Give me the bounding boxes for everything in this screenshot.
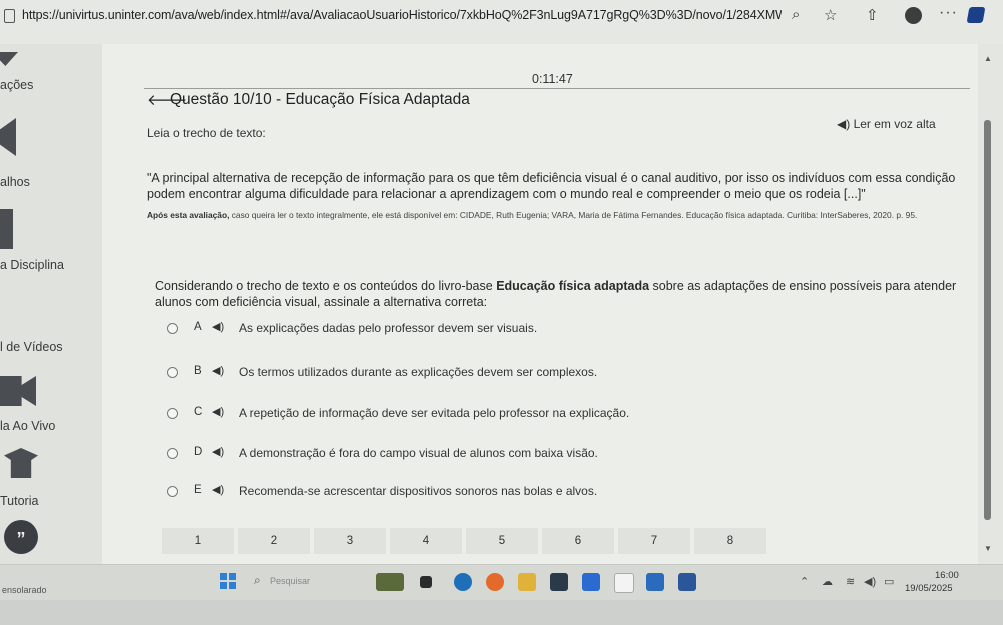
sidebar-item-avaliacoes[interactable]: ações [0,78,33,92]
collections-icon[interactable]: ⇧ [866,6,879,24]
scroll-down-icon[interactable]: ▼ [984,544,992,553]
sidebar-item-trabalhos[interactable]: alhos [0,175,30,189]
search-icon: ⌕ [254,573,261,587]
option-letter: D [194,446,203,458]
read-aloud-label: Ler em voz alta [853,117,936,131]
scroll-up-icon[interactable]: ▲ [984,54,992,63]
teams-icon[interactable] [582,573,600,591]
search-placeholder: Pesquisar [270,576,311,586]
word-icon[interactable] [678,573,696,591]
page-button-2[interactable]: 2 [238,528,310,554]
disciplina-icon [0,209,13,249]
option-text: A demonstração é fora do campo visual de… [239,446,598,460]
option-text: Recomenda-se acrescentar dispositivos so… [239,484,598,498]
search-icon[interactable]: ⌕ [792,6,800,23]
task-view-icon[interactable] [420,576,432,588]
video-camera-icon [0,376,36,406]
radio-button[interactable] [167,486,178,497]
page-icon [4,9,15,23]
option-letter: E [194,484,202,496]
sidebar-item-tutoria[interactable]: Tutoria [0,494,38,508]
option-text: Os termos utilizados durante as explicaç… [239,365,598,379]
weather-label[interactable]: ensolarado [2,585,47,595]
sidebar-item-aula-ao-vivo[interactable]: la Ao Vivo [0,419,55,433]
notepad-icon[interactable] [614,573,634,593]
more-options-icon[interactable]: ··· [939,4,958,22]
extension-icon[interactable] [966,7,986,23]
question-intro: Leia o trecho de texto: [147,126,266,140]
speaker-icon: ◀︎) [837,117,851,131]
option-letter: A [194,321,202,333]
option-text: As explicações dadas pelo professor deve… [239,321,538,335]
page-button-3[interactable]: 3 [314,528,386,554]
sidebar-item-disciplina[interactable]: a Disciplina [0,258,64,272]
option-letter: C [194,406,203,418]
wifi-icon[interactable]: ≋ [846,575,855,588]
browser-address-bar: https://univirtus.uninter.com/ava/web/in… [0,0,1003,45]
prompt-book-title: Educação física adaptada [496,279,650,293]
clock-time[interactable]: 16:00 [935,570,959,581]
prompt-start: Considerando o trecho de texto e os cont… [155,279,497,293]
chrome-browser-icon[interactable] [486,573,504,591]
exam-timer: 0:11:47 [532,72,573,86]
battery-icon[interactable]: ▭ [884,575,894,588]
avaliacoes-icon [0,52,18,66]
option-letter: B [194,365,202,377]
page-button-1[interactable]: 1 [162,528,234,554]
desk-surface [0,600,1003,625]
graduation-cap-icon [4,448,38,478]
option-text: A repetição de informação deve ser evita… [239,406,630,420]
cloud-icon: ☁ [822,576,833,588]
radio-button[interactable] [167,448,178,459]
speaker-icon[interactable]: ◀︎) [212,320,224,333]
page-button-8[interactable]: 8 [694,528,766,554]
source-reference: caso queira ler o texto integralmente, e… [229,210,918,220]
scroll-thumb[interactable] [984,120,991,520]
trabalhos-icon [0,118,16,156]
speaker-icon[interactable]: ◀︎) [212,364,224,377]
page-button-7[interactable]: 7 [618,528,690,554]
edge-browser-icon[interactable] [454,573,472,591]
radio-button[interactable] [167,408,178,419]
chat-quote-icon[interactable]: ” [4,520,38,554]
profile-avatar-icon[interactable] [905,7,922,24]
file-explorer-icon[interactable] [518,573,536,591]
taskbar-search[interactable]: ⌕ Pesquisar [248,570,338,592]
exam-panel: 0:11:47 🡐 Questão 10/10 - Educação Físic… [102,44,978,564]
page-button-6[interactable]: 6 [542,528,614,554]
speaker-icon[interactable]: ◀︎) [212,445,224,458]
page-scrollbar[interactable]: ▲ ▼ [978,44,1003,564]
page-button-5[interactable]: 5 [466,528,538,554]
chevron-up-icon[interactable]: ⌃ [800,575,809,588]
url-field[interactable]: https://univirtus.uninter.com/ava/web/in… [22,8,782,22]
page-button-4[interactable]: 4 [390,528,462,554]
taskbar: ensolarado ⌕ Pesquisar ⌃ ☁ ≋ ◀︎) ▭ 16:00… [0,564,1003,601]
title-divider [144,88,970,89]
favorite-star-icon[interactable]: ☆ [824,6,837,24]
outlook-icon[interactable] [646,573,664,591]
speaker-icon[interactable]: ◀︎) [212,483,224,496]
store-icon[interactable] [550,573,568,591]
clock-date[interactable]: 19/05/2025 [905,583,953,594]
question-quote: "A principal alternativa de recepção de … [147,171,956,201]
question-prompt: Considerando o trecho de texto e os cont… [155,278,965,310]
sidebar-item-videos[interactable]: l de Vídeos [0,340,63,354]
quote-source: Após esta avaliação, caso queira ler o t… [147,210,977,220]
question-title: Questão 10/10 - Educação Física Adaptada [170,91,470,108]
volume-icon[interactable]: ◀︎) [864,575,876,588]
sidebar: ações alhos a Disciplina l de Vídeos la … [0,44,102,564]
source-lead: Após esta avaliação, [147,210,230,220]
radio-button[interactable] [167,367,178,378]
radio-button[interactable] [167,323,178,334]
windows-start-icon[interactable] [220,573,236,589]
read-aloud-button[interactable]: ◀︎) Ler em voz alta [837,117,936,131]
widgets-icon[interactable] [376,573,404,591]
speaker-icon[interactable]: ◀︎) [212,405,224,418]
